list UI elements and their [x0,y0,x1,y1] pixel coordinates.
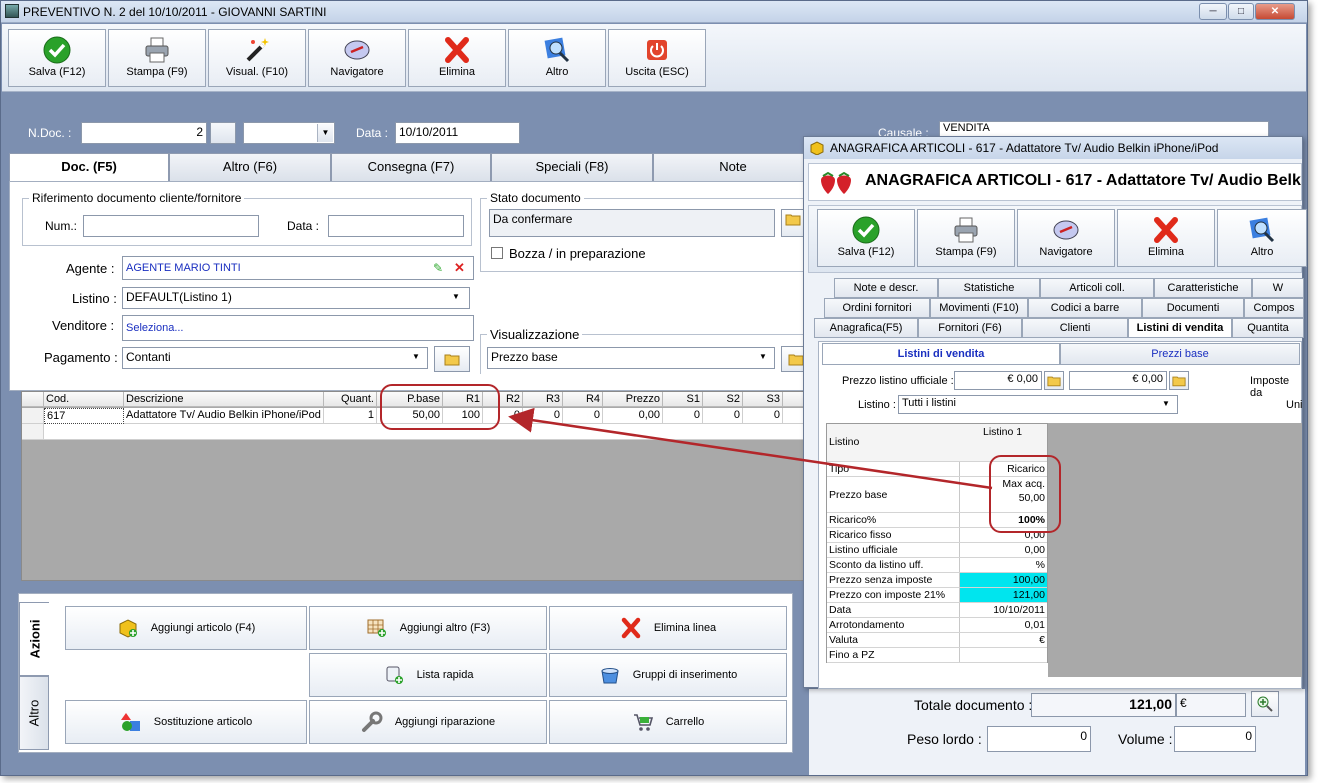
annotation-arrow [508,407,993,490]
